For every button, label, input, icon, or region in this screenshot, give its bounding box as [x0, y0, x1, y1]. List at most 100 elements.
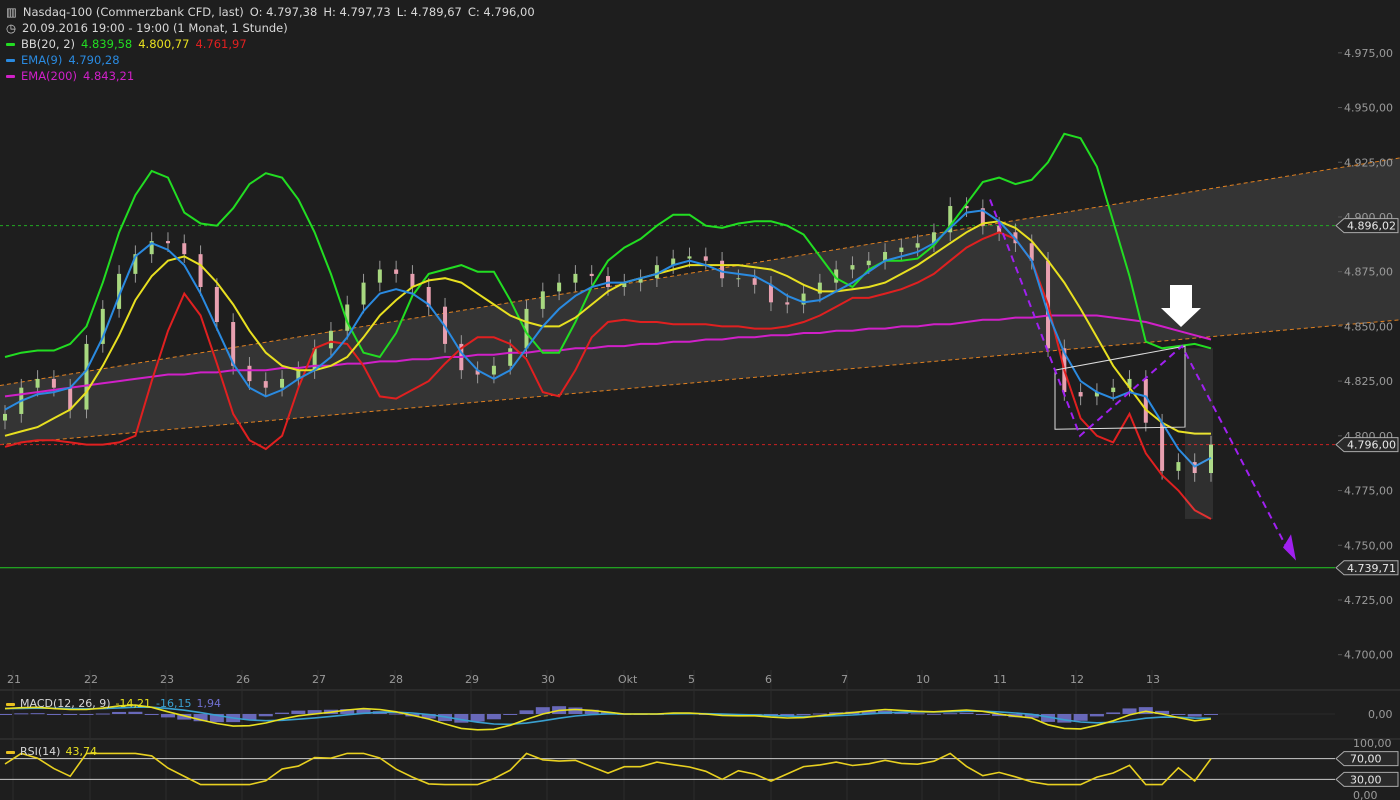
- ema200-swatch-icon: [6, 75, 15, 78]
- y-tick-label: 4.975,00: [1344, 47, 1393, 60]
- chart-period: 20.09.2016 19:00 - 19:00 (1 Monat, 1 Stu…: [22, 21, 288, 35]
- y-tick-label: 4.725,00: [1344, 594, 1393, 607]
- rsi-tick-label: 0,00: [1353, 789, 1378, 800]
- rsi-name: RSI(14): [20, 745, 61, 758]
- candle-body: [182, 243, 187, 255]
- macd-hist-bar: [144, 714, 159, 715]
- y-tick-label: 4.700,00: [1344, 649, 1393, 662]
- macd-hist-bar: [503, 714, 518, 715]
- candle-body: [198, 254, 203, 288]
- candle-body: [915, 243, 920, 248]
- candle-body: [214, 287, 219, 323]
- y-tick-label: 4.950,00: [1344, 102, 1393, 115]
- rsi-level-tag-label: 70,00: [1350, 753, 1382, 766]
- macd-hist-bar: [1073, 714, 1088, 721]
- candle-body: [866, 260, 871, 266]
- candle-body: [280, 378, 285, 388]
- ohlc-close: C: 4.796,00: [467, 5, 535, 19]
- macd-hist-bar: [1106, 712, 1121, 714]
- candle-body: [736, 278, 741, 280]
- candle-body: [768, 284, 773, 303]
- y-tick-label: 4.750,00: [1344, 539, 1393, 552]
- candle-body: [68, 387, 73, 410]
- candle-body: [606, 276, 610, 288]
- candle-body: [491, 365, 496, 375]
- macd-hist-bar: [0, 714, 12, 715]
- macd-name: MACD(12, 26, 9): [20, 697, 111, 710]
- x-tick-label: 21: [7, 673, 21, 686]
- legend-ema9-name: EMA(9): [21, 53, 63, 67]
- x-tick-label: 27: [312, 673, 326, 686]
- x-tick-label: 12: [1070, 673, 1084, 686]
- y-tick-label: 4.775,00: [1344, 485, 1393, 498]
- macd-hist-bar: [1187, 714, 1202, 717]
- macd-signal: -16,15: [156, 697, 192, 710]
- macd-hist-bar: [812, 713, 827, 715]
- candle-icon: ▥: [6, 5, 17, 19]
- rsi-legend[interactable]: RSI(14) 43,74: [6, 745, 102, 758]
- candle-body: [263, 381, 268, 388]
- legend-ema200-name: EMA(200): [21, 69, 77, 83]
- candle-body: [720, 260, 725, 279]
- macd-hist-bar: [796, 714, 811, 716]
- macd-hist-bar: [160, 714, 175, 718]
- x-tick-label: 13: [1146, 673, 1160, 686]
- x-tick-label: 29: [465, 673, 479, 686]
- rsi-value: 43,74: [65, 745, 97, 758]
- x-tick-label: 28: [389, 673, 403, 686]
- macd-hist-bar: [128, 711, 143, 714]
- chart-title-row: ▥ Nasdaq-100 (Commerzbank CFD, last) O: 4.…: [6, 5, 541, 19]
- rsi-level-tag-label: 30,00: [1350, 773, 1382, 786]
- legend-bb[interactable]: BB(20, 2) 4.839,58 4.800,77 4.761,97: [6, 37, 253, 51]
- macd-hist-bar: [959, 712, 974, 714]
- period-row: ◷ 20.09.2016 19:00 - 19:00 (1 Monat, 1 St…: [6, 21, 294, 35]
- candle-body: [377, 269, 382, 283]
- macd-hist-bar: [258, 714, 273, 717]
- macd-hist-bar: [1204, 714, 1218, 715]
- x-tick-label: Okt: [618, 673, 638, 686]
- candle-body: [361, 282, 366, 305]
- macd-hist-bar: [519, 710, 534, 714]
- candle-body: [508, 348, 513, 366]
- macd-hist-bar: [1171, 714, 1186, 715]
- highlight-box: [1185, 348, 1213, 519]
- macd-hist-bar: [46, 714, 61, 715]
- x-tick-label: 5: [688, 673, 695, 686]
- candle-body: [1143, 378, 1148, 423]
- ohlc-low: L: 4.789,67: [396, 5, 462, 19]
- candle-body: [394, 269, 399, 274]
- legend-ema200[interactable]: EMA(200) 4.843,21: [6, 69, 140, 83]
- macd-hist-bar: [943, 713, 958, 715]
- legend-ema9[interactable]: EMA(9) 4.790,28: [6, 53, 126, 67]
- candle-body: [654, 265, 659, 279]
- macd-hist-bar: [975, 714, 990, 715]
- macd-hist-bar: [1089, 714, 1104, 717]
- x-tick-label: 6: [765, 673, 772, 686]
- bb-swatch-icon: [6, 43, 15, 46]
- macd-hist-bar: [389, 713, 404, 715]
- y-tick-label: 4.925,00: [1344, 156, 1393, 169]
- macd-swatch-icon: [6, 702, 15, 706]
- candle-body: [3, 413, 7, 421]
- price-chart[interactable]: 4.975,004.950,004.925,004.900,004.875,00…: [0, 0, 1400, 800]
- chart-title: Nasdaq-100 (Commerzbank CFD, last): [22, 5, 244, 19]
- candle-body: [410, 273, 415, 288]
- x-tick-label: 7: [841, 673, 848, 686]
- candle-body: [1160, 422, 1165, 471]
- macd-hist-bar: [291, 710, 306, 714]
- macd-hist-bar: [926, 713, 941, 715]
- macd-hist-bar: [486, 714, 501, 720]
- candle-body: [1111, 387, 1116, 393]
- candle-body: [899, 247, 904, 252]
- candle-body: [84, 343, 89, 410]
- candle-body: [557, 282, 562, 292]
- macd-legend[interactable]: MACD(12, 26, 9) -14,21 -16,15 1,94: [6, 697, 226, 710]
- candle-body: [785, 302, 790, 305]
- rsi-tick-label: 100,00: [1353, 737, 1392, 750]
- candle-body: [850, 265, 855, 270]
- macd-hist-bar: [14, 713, 29, 715]
- macd-hist-bar: [79, 714, 94, 715]
- macd-value: -14,21: [115, 697, 152, 710]
- candle-body: [752, 278, 757, 285]
- macd-hist: 1,94: [196, 697, 221, 710]
